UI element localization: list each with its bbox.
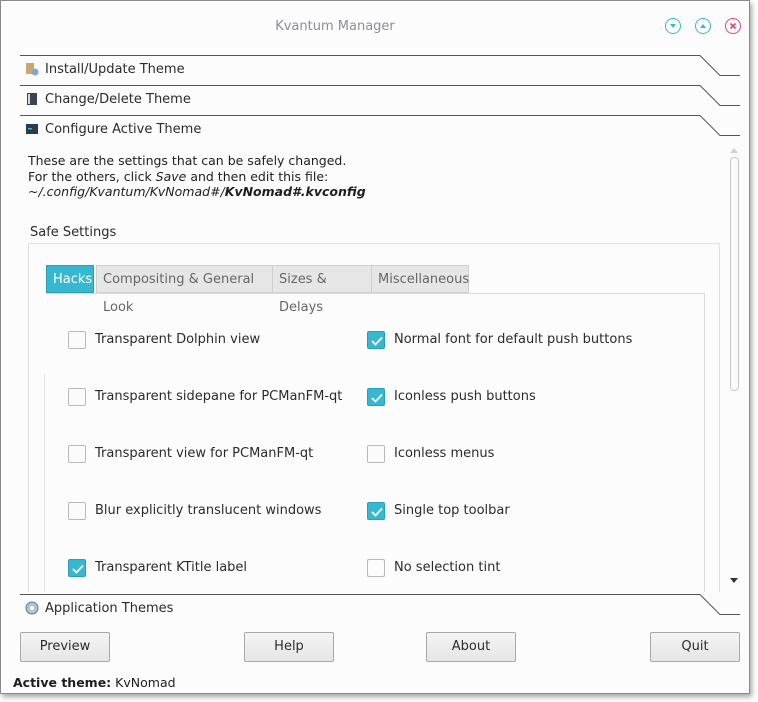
checkbox-label: Iconless push buttons <box>394 389 536 404</box>
tab-hacks[interactable]: Hacks <box>46 265 94 293</box>
checkbox-checked[interactable] <box>367 502 385 520</box>
checkbox-unchecked[interactable] <box>68 502 86 520</box>
scroll-up-icon[interactable] <box>727 145 741 157</box>
checkbox-checked[interactable] <box>367 388 385 406</box>
checkmark-icon <box>371 507 383 517</box>
checkbox-label: No selection tint <box>394 560 501 575</box>
toolbox-change-label: Change/Delete Theme <box>45 92 191 107</box>
tab-sizes-delays[interactable]: Sizes & Delays <box>272 265 372 315</box>
intro-line-2: For the others, click Save and then edit… <box>28 169 366 185</box>
checkbox-label: Normal font for default push buttons <box>394 332 633 347</box>
preview-button[interactable]: Preview <box>20 632 110 662</box>
status-value: KvNomad <box>115 675 176 690</box>
checkbox-label: Transparent Dolphin view <box>95 332 261 347</box>
checkbox-label: Iconless menus <box>394 446 495 461</box>
checkbox-label: Transparent KTitle label <box>95 560 248 575</box>
toolbox-change-header[interactable]: Change/Delete Theme <box>20 85 740 115</box>
about-button[interactable]: About <box>426 632 516 662</box>
checkbox-unchecked[interactable] <box>367 445 385 463</box>
checkbox-checked[interactable] <box>367 331 385 349</box>
package-icon <box>26 63 39 76</box>
scrollbar-thumb[interactable] <box>730 157 739 391</box>
safe-settings-title: Safe Settings <box>30 225 117 240</box>
checkbox-unchecked[interactable] <box>68 445 86 463</box>
checkmark-icon <box>371 336 383 346</box>
checkmark-icon <box>371 393 383 403</box>
window-title: Kvantum Manager <box>275 19 395 34</box>
chevron-down-icon <box>670 24 676 28</box>
config-path-file: KvNomad#.kvconfig <box>224 184 366 199</box>
checkbox-unchecked[interactable] <box>68 331 86 349</box>
checkbox-checked[interactable] <box>68 559 86 577</box>
checkbox-unchecked[interactable] <box>68 388 86 406</box>
quit-button[interactable]: Quit <box>650 632 740 662</box>
scroll-down-icon[interactable] <box>727 574 741 586</box>
configure-panel: These are the settings that can be safel… <box>20 141 740 592</box>
main-window: Kvantum Manager Install/Update Theme Cha… <box>0 0 750 694</box>
status-label: Active theme: <box>13 675 112 690</box>
panel-divider <box>44 374 45 592</box>
checkbox-label: Blur explicitly translucent windows <box>95 503 322 518</box>
theme-wheel-icon <box>25 601 39 615</box>
checkbox-label: Single top toolbar <box>394 503 510 518</box>
intro-line-2-post: and then edit this file: <box>186 168 329 184</box>
checkmark-icon <box>72 564 84 574</box>
help-button[interactable]: Help <box>244 632 334 662</box>
tab-compositing[interactable]: Compositing & General Look <box>96 265 273 315</box>
vertical-scrollbar[interactable] <box>727 141 741 592</box>
book-icon <box>27 93 37 105</box>
status-bar: Active theme: KvNomad <box>13 675 176 690</box>
title-bar[interactable]: Kvantum Manager <box>1 1 749 47</box>
intro-line-2-pre: For the others, click <box>28 168 156 184</box>
toolbox-app-themes-label: Application Themes <box>45 601 174 616</box>
config-path-dir: ~/.config/Kvantum/KvNomad#/ <box>28 184 225 199</box>
intro-line-1: These are the settings that can be safel… <box>28 153 347 168</box>
chevron-up-icon <box>700 24 706 28</box>
checkbox-label: Transparent view for PCManFM-qt <box>95 446 314 461</box>
intro-text: These are the settings that can be safel… <box>28 153 366 200</box>
tab-miscellaneous[interactable]: Miscellaneous <box>371 265 469 293</box>
config-path: ~/.config/Kvantum/KvNomad#/KvNomad#.kvco… <box>28 184 366 200</box>
close-icon <box>729 22 737 30</box>
maximize-button[interactable] <box>695 18 711 34</box>
close-button[interactable] <box>725 18 741 34</box>
intro-save-emphasis: Save <box>155 168 187 184</box>
checkbox-unchecked[interactable] <box>367 559 385 577</box>
terminal-icon <box>26 124 38 134</box>
toolbox-app-themes-header[interactable]: Application Themes <box>20 594 740 624</box>
toolbox-install-header[interactable]: Install/Update Theme <box>20 55 740 85</box>
toolbox-install-label: Install/Update Theme <box>45 62 185 77</box>
toolbox-configure-label: Configure Active Theme <box>45 122 202 137</box>
minimize-button[interactable] <box>665 18 681 34</box>
checkbox-label: Transparent sidepane for PCManFM-qt <box>95 389 343 404</box>
